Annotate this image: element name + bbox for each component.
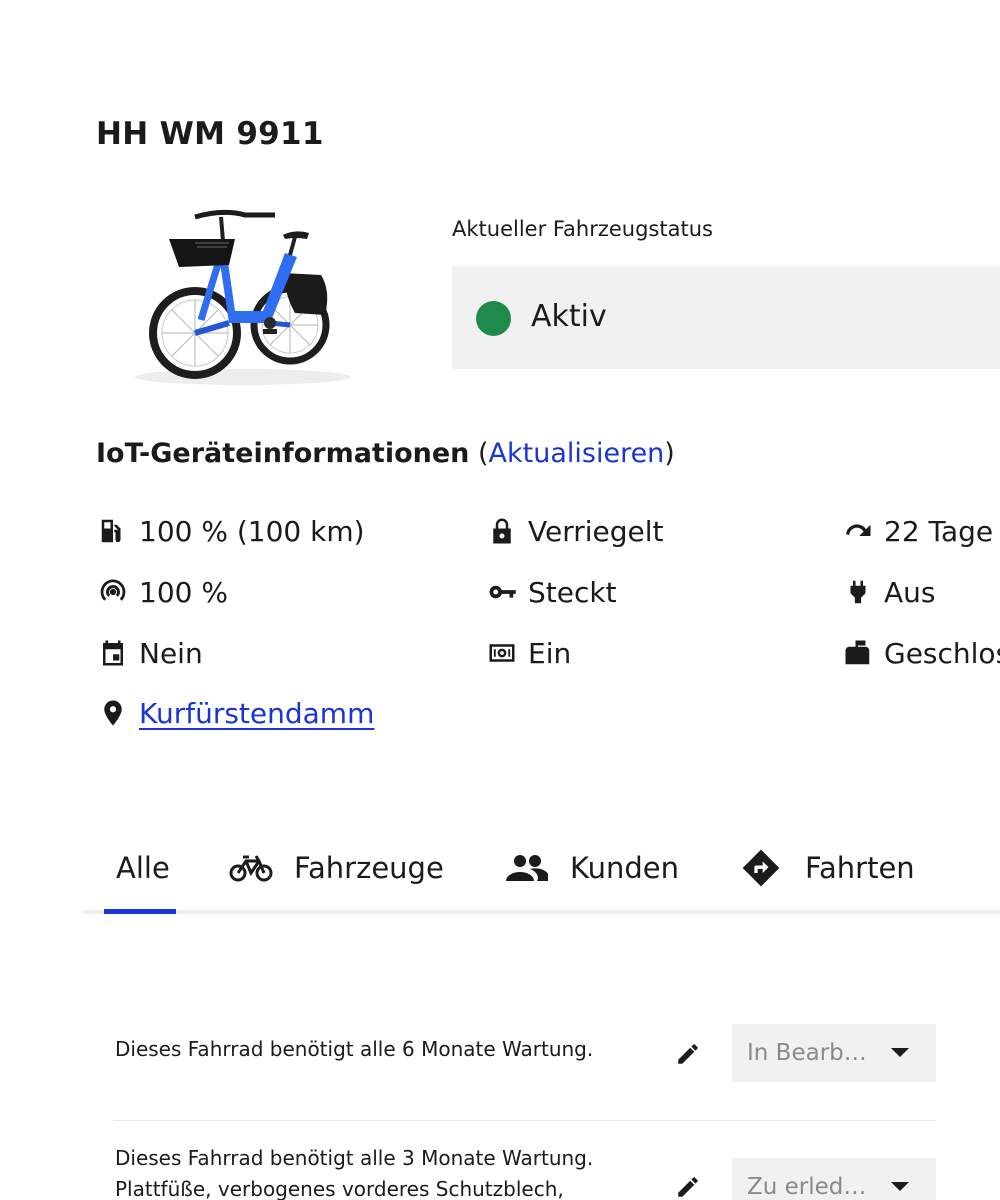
note-line: Dieses Fahrrad benötigt alle 6 Monate Wa… <box>115 1037 594 1061</box>
active-tab-indicator <box>104 909 176 914</box>
chevron-down-icon <box>891 1182 909 1191</box>
info-plug: Aus <box>842 572 936 612</box>
iot-title-text: IoT-Geräteinformationen <box>96 438 470 469</box>
battery-value: 100 % (100 km) <box>139 514 365 548</box>
note-status-select[interactable]: Zu erled… <box>732 1158 936 1200</box>
location-link[interactable]: Kurfürstendamm <box>139 697 374 730</box>
signal-icon <box>97 576 129 608</box>
lock-icon <box>486 515 518 547</box>
location-pin-icon <box>97 697 129 729</box>
tab-fahrten[interactable]: Fahrten <box>741 845 915 891</box>
note-text: Dieses Fahrrad benötigt alle 3 Monate Wa… <box>115 1143 593 1200</box>
tab-alle-label: Alle <box>116 851 170 885</box>
tab-fahrzeuge[interactable]: Fahrzeuge <box>229 845 444 891</box>
people-icon <box>506 855 548 881</box>
tab-kunden[interactable]: Kunden <box>506 845 679 891</box>
info-signal: 100 % <box>97 572 228 612</box>
tab-fahrzeuge-label: Fahrzeuge <box>294 851 444 885</box>
note-status-select[interactable]: In Bearb… <box>732 1024 936 1082</box>
mailbox-icon <box>842 637 874 669</box>
vehicle-status-label: Aktueller Fahrzeugstatus <box>452 217 713 241</box>
edit-note-button[interactable] <box>671 1170 705 1200</box>
directions-icon <box>742 849 780 887</box>
bike-image <box>135 209 351 385</box>
info-battery: 100 % (100 km) <box>97 511 365 551</box>
redo-arrow-icon <box>842 515 874 547</box>
signal-value: 100 % <box>139 575 228 609</box>
tabs-divider <box>83 910 1000 914</box>
info-lock: Verriegelt <box>486 511 664 551</box>
info-alarm: Ein <box>486 633 571 673</box>
info-calendar: Nein <box>97 633 203 673</box>
note-divider <box>113 1120 936 1121</box>
calendar-icon <box>97 637 129 669</box>
refresh-link[interactable]: Aktualisieren <box>489 438 665 469</box>
info-days: 22 Tage <box>842 511 993 551</box>
info-mailbox: Geschlossen <box>842 633 1000 673</box>
note-line: Dieses Fahrrad benötigt alle 3 Monate Wa… <box>115 1146 594 1170</box>
iot-title-open-paren: ( <box>477 438 489 469</box>
alarm-value: Ein <box>528 636 572 670</box>
tab-kunden-label: Kunden <box>570 851 679 885</box>
note-text: Dieses Fahrrad benötigt alle 6 Monate Wa… <box>115 1034 593 1065</box>
note-line: Plattfüße, verbogenes vorderes Schutzble… <box>115 1177 564 1200</box>
bike-icon <box>229 855 273 882</box>
calendar-value: Nein <box>139 636 203 670</box>
lock-value: Verriegelt <box>528 514 664 548</box>
note-status-value: In Bearb… <box>747 1040 867 1066</box>
tab-alle[interactable]: Alle <box>116 845 170 891</box>
fuel-battery-icon <box>97 515 129 547</box>
pencil-icon <box>678 1044 698 1064</box>
iot-section-title: IoT-Geräteinformationen (Aktualisieren) <box>96 438 675 469</box>
vehicle-status-value: Aktiv <box>531 299 607 334</box>
info-key: Steckt <box>486 572 617 612</box>
iot-title-close-paren: ) <box>664 438 675 469</box>
status-indicator-dot <box>476 301 511 336</box>
plug-value: Aus <box>884 575 936 609</box>
key-value: Steckt <box>528 575 617 609</box>
vehicle-plate-title: HH WM 9911 <box>96 116 324 152</box>
note-status-value: Zu erled… <box>747 1174 867 1200</box>
key-icon <box>486 576 518 608</box>
info-location: Kurfürstendamm <box>97 693 374 733</box>
vehicle-detail-page: HH WM 9911 Aktueller Fahrzeugstatus Akti… <box>0 0 1000 1200</box>
alarm-icon <box>486 637 518 669</box>
plug-icon <box>842 576 874 608</box>
chevron-down-icon <box>891 1048 909 1057</box>
pencil-icon <box>678 1177 698 1197</box>
mailbox-value: Geschlossen <box>884 636 1000 670</box>
edit-note-button[interactable] <box>671 1037 705 1071</box>
tab-fahrten-label: Fahrten <box>805 851 915 885</box>
days-value: 22 Tage <box>884 514 994 548</box>
